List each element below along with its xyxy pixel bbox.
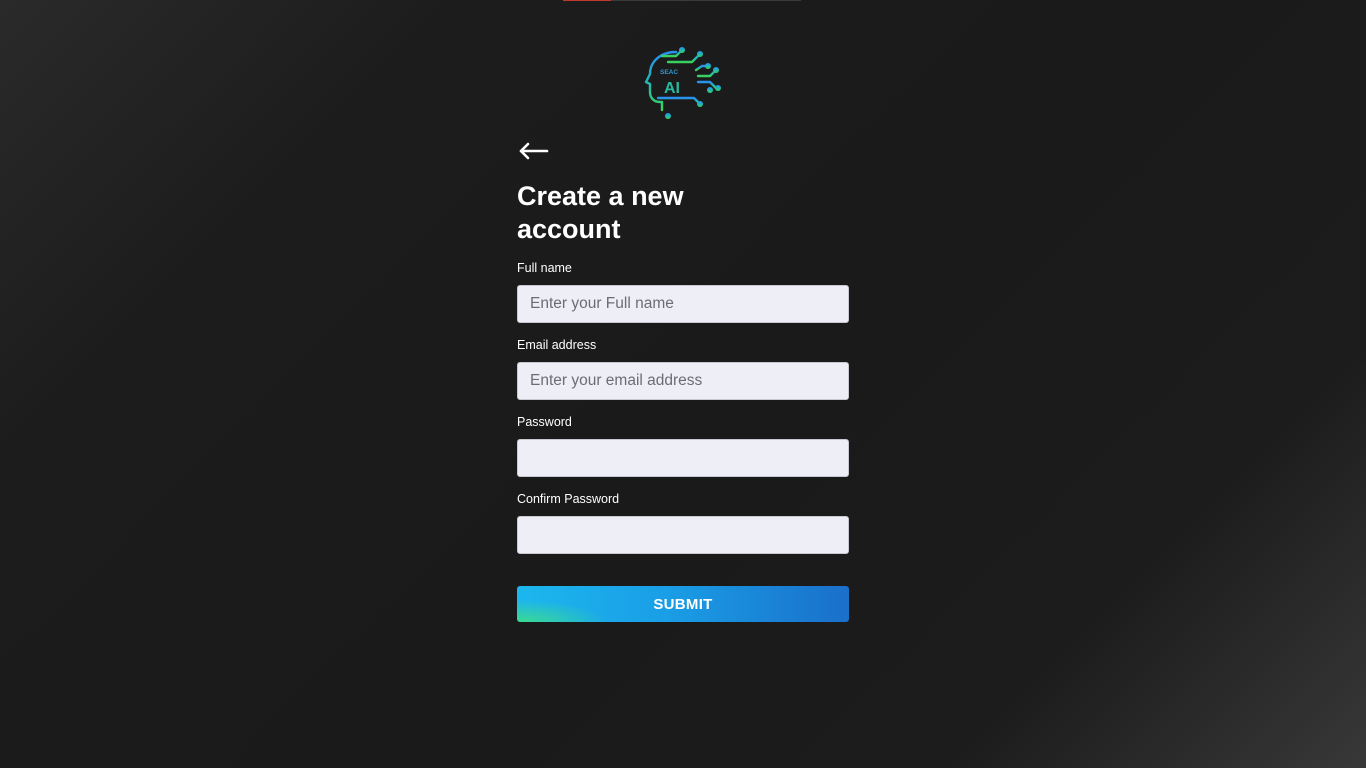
email-input[interactable] bbox=[517, 362, 849, 400]
confirm-password-input[interactable] bbox=[517, 516, 849, 554]
password-label: Password bbox=[517, 415, 572, 429]
page-title: Create a new account bbox=[517, 181, 684, 244]
ai-head-circuit-logo: SEAC AI bbox=[638, 44, 728, 124]
arrow-left-icon[interactable] bbox=[517, 134, 551, 166]
svg-text:AI: AI bbox=[664, 80, 680, 97]
svg-text:SEAC: SEAC bbox=[660, 69, 678, 76]
top-accent-strip bbox=[563, 0, 611, 1]
full-name-label: Full name bbox=[517, 261, 572, 275]
email-label: Email address bbox=[517, 338, 597, 352]
confirm-password-label: Confirm Password bbox=[517, 492, 620, 506]
top-divider-line bbox=[611, 0, 801, 1]
signup-form: Create a new account Full name Email add… bbox=[517, 134, 849, 622]
submit-button[interactable]: SUBMIT bbox=[517, 586, 849, 622]
full-name-input[interactable] bbox=[517, 285, 849, 323]
password-input[interactable] bbox=[517, 439, 849, 477]
